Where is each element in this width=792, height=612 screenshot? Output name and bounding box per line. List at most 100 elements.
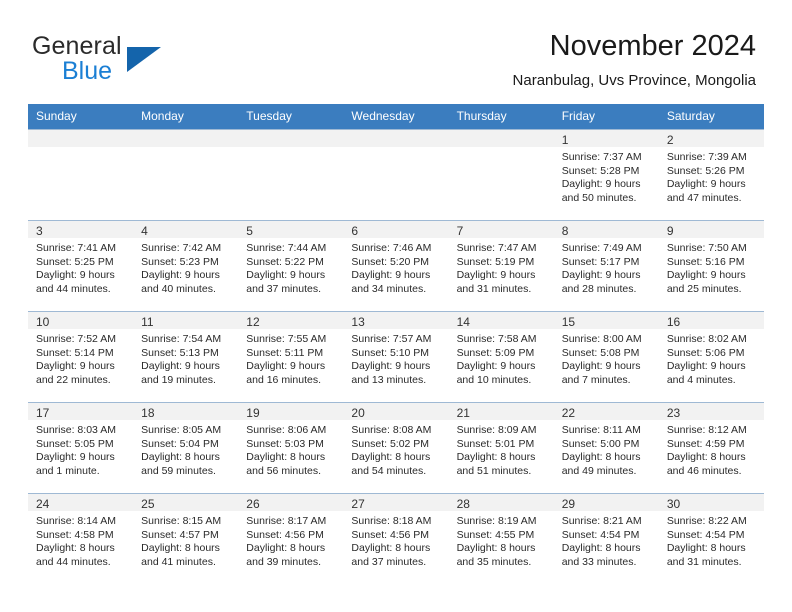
sunset-line: Sunset: 4:58 PM (36, 528, 114, 541)
calendar-cell-empty (238, 129, 344, 221)
title-block: November 2024 Naranbulag, Uvs Province, … (513, 28, 756, 92)
sunrise-line: Sunrise: 7:47 AM (456, 242, 537, 254)
calendar-day-cell[interactable]: 3 Sunrise: 7:41 AM Sunset: 5:25 PM Daylight… (28, 220, 134, 312)
day-cell-inner: 7 Sunrise: 7:47 AM Sunset: 5:19 PM Daylight… (448, 221, 554, 311)
daylight-line-2: and 19 minutes. (141, 373, 216, 386)
sunrise-line: Sunrise: 8:11 AM (561, 424, 641, 436)
sunset-line: Sunset: 5:23 PM (141, 255, 219, 268)
weekday-header-monday: Monday (133, 104, 239, 130)
sunrise-line: Sunrise: 7:41 AM (36, 242, 116, 254)
day-number: 22 (561, 406, 576, 420)
sunset-line: Sunset: 5:14 PM (36, 346, 114, 359)
daylight-line-2: and 37 minutes. (246, 282, 321, 295)
day-cell-inner: 27 Sunrise: 8:18 AM Sunset: 4:56 PM Dayligh… (343, 494, 449, 584)
calendar-day-cell[interactable]: 25 Sunrise: 8:15 AM Sunset: 4:57 PM Dayligh… (133, 493, 239, 584)
calendar-day-cell[interactable]: 20 Sunrise: 8:08 AM Sunset: 5:02 PM Dayligh… (343, 402, 449, 494)
day-number: 19 (246, 406, 260, 420)
daylight-line-2: and 44 minutes. (36, 555, 111, 568)
calendar-day-cell[interactable]: 7 Sunrise: 7:47 AM Sunset: 5:19 PM Daylight… (448, 220, 554, 312)
calendar-day-cell[interactable]: 22 Sunrise: 8:11 AM Sunset: 5:00 PM Dayligh… (553, 402, 659, 494)
day-number: 11 (141, 315, 154, 329)
calendar-day-cell[interactable]: 12 Sunrise: 7:55 AM Sunset: 5:11 PM Dayligh… (238, 311, 344, 403)
day-number-band: 1 (553, 130, 659, 147)
calendar-day-cell[interactable]: 1 Sunrise: 7:37 AM Sunset: 5:28 PM Daylight… (553, 129, 659, 221)
calendar-day-cell[interactable]: 26 Sunrise: 8:17 AM Sunset: 4:56 PM Dayligh… (238, 493, 344, 584)
calendar-day-cell[interactable]: 2 Sunrise: 7:39 AM Sunset: 5:26 PM Daylight… (658, 129, 764, 221)
calendar-day-cell[interactable]: 18 Sunrise: 8:05 AM Sunset: 5:04 PM Dayligh… (133, 402, 239, 494)
calendar-week-row: 3 Sunrise: 7:41 AM Sunset: 5:25 PM Daylight… (28, 220, 764, 312)
day-cell-details: Sunrise: 8:17 AM Sunset: 4:56 PM Daylight:… (238, 511, 343, 569)
calendar-day-cell[interactable]: 10 Sunrise: 7:52 AM Sunset: 5:14 PM Dayligh… (28, 311, 134, 403)
day-number-band (343, 130, 449, 147)
day-cell-details: Sunrise: 7:44 AM Sunset: 5:22 PM Daylight:… (238, 238, 343, 296)
calendar-day-cell[interactable]: 24 Sunrise: 8:14 AM Sunset: 4:58 PM Dayligh… (28, 493, 134, 584)
daylight-line-2: and 39 minutes. (246, 555, 321, 568)
day-cell-inner: 15 Sunrise: 8:00 AM Sunset: 5:08 PM Dayligh… (553, 312, 659, 402)
day-cell-inner (133, 130, 239, 220)
sunrise-line: Sunrise: 8:15 AM (141, 515, 222, 527)
calendar-day-cell[interactable]: 6 Sunrise: 7:46 AM Sunset: 5:20 PM Daylight… (343, 220, 449, 312)
sunset-line: Sunset: 5:01 PM (456, 437, 535, 450)
daylight-line-2: and 1 minute. (36, 464, 100, 477)
calendar-day-cell[interactable]: 5 Sunrise: 7:44 AM Sunset: 5:22 PM Daylight… (238, 220, 344, 312)
weekday-header-saturday: Saturday (658, 104, 764, 130)
day-number: 29 (561, 497, 576, 511)
daylight-line-1: Daylight: 8 hours (351, 542, 431, 555)
daylight-line-1: Daylight: 9 hours (456, 269, 536, 282)
sunrise-line: Sunrise: 7:52 AM (36, 333, 116, 345)
calendar-day-cell[interactable]: 17 Sunrise: 8:03 AM Sunset: 5:05 PM Dayligh… (28, 402, 134, 494)
calendar-day-cell[interactable]: 30 Sunrise: 8:22 AM Sunset: 4:54 PM Dayligh… (658, 493, 764, 584)
day-cell-details: Sunrise: 8:22 AM Sunset: 4:54 PM Daylight:… (659, 511, 764, 569)
calendar-day-cell[interactable]: 15 Sunrise: 8:00 AM Sunset: 5:08 PM Dayligh… (553, 311, 659, 403)
calendar-body: 1 Sunrise: 7:37 AM Sunset: 5:28 PM Daylight… (28, 129, 764, 584)
sunrise-line: Sunrise: 7:49 AM (561, 242, 642, 254)
day-number: 2 (666, 133, 674, 147)
day-number: 24 (36, 497, 50, 511)
calendar-day-cell[interactable]: 14 Sunrise: 7:58 AM Sunset: 5:09 PM Dayligh… (448, 311, 554, 403)
daylight-line-2: and 59 minutes. (141, 464, 216, 477)
daylight-line-1: Daylight: 9 hours (36, 269, 115, 282)
day-number-band: 18 (133, 403, 239, 420)
day-number: 5 (246, 224, 253, 238)
calendar-day-cell[interactable]: 27 Sunrise: 8:18 AM Sunset: 4:56 PM Dayligh… (343, 493, 449, 584)
general-blue-logo[interactable]: General Blue (32, 32, 252, 88)
calendar-day-cell[interactable]: 28 Sunrise: 8:19 AM Sunset: 4:55 PM Dayligh… (448, 493, 554, 584)
day-cell-details: Sunrise: 7:41 AM Sunset: 5:25 PM Daylight:… (28, 238, 133, 296)
day-cell-inner: 28 Sunrise: 8:19 AM Sunset: 4:55 PM Dayligh… (448, 494, 554, 584)
calendar-day-cell[interactable]: 8 Sunrise: 7:49 AM Sunset: 5:17 PM Daylight… (553, 220, 659, 312)
day-number-band: 6 (343, 221, 449, 238)
calendar-day-cell[interactable]: 16 Sunrise: 8:02 AM Sunset: 5:06 PM Dayligh… (658, 311, 764, 403)
calendar-day-cell[interactable]: 13 Sunrise: 7:57 AM Sunset: 5:10 PM Dayligh… (343, 311, 449, 403)
day-number-band: 12 (238, 312, 344, 329)
daylight-line-1: Daylight: 8 hours (141, 451, 220, 464)
daylight-line-2: and 41 minutes. (141, 555, 216, 568)
day-number-band: 7 (448, 221, 554, 238)
calendar-day-cell[interactable]: 23 Sunrise: 8:12 AM Sunset: 4:59 PM Dayligh… (658, 402, 764, 494)
day-cell-details: Sunrise: 7:55 AM Sunset: 5:11 PM Daylight:… (238, 329, 343, 387)
day-cell-details: Sunrise: 7:42 AM Sunset: 5:23 PM Daylight:… (133, 238, 238, 296)
sunset-line: Sunset: 5:25 PM (36, 255, 114, 268)
calendar-day-cell[interactable]: 4 Sunrise: 7:42 AM Sunset: 5:23 PM Daylight… (133, 220, 239, 312)
daylight-line-1: Daylight: 8 hours (561, 542, 641, 555)
sunrise-line: Sunrise: 8:06 AM (246, 424, 327, 436)
calendar-day-cell[interactable]: 21 Sunrise: 8:09 AM Sunset: 5:01 PM Dayligh… (448, 402, 554, 494)
sunrise-line: Sunrise: 8:03 AM (36, 424, 116, 436)
day-cell-details: Sunrise: 7:58 AM Sunset: 5:09 PM Daylight:… (449, 329, 554, 387)
day-cell-inner (343, 130, 449, 220)
daylight-line-1: Daylight: 9 hours (246, 360, 326, 373)
calendar-day-cell[interactable]: 29 Sunrise: 8:21 AM Sunset: 4:54 PM Dayligh… (553, 493, 659, 584)
sunrise-line: Sunrise: 8:17 AM (246, 515, 327, 527)
day-number-band: 23 (658, 403, 764, 420)
day-number: 27 (351, 497, 365, 511)
day-cell-inner: 18 Sunrise: 8:05 AM Sunset: 5:04 PM Dayligh… (133, 403, 239, 493)
day-number-band: 14 (448, 312, 554, 329)
day-number: 10 (36, 315, 50, 329)
calendar-day-cell[interactable]: 19 Sunrise: 8:06 AM Sunset: 5:03 PM Dayligh… (238, 402, 344, 494)
calendar-day-cell[interactable]: 11 Sunrise: 7:54 AM Sunset: 5:13 PM Dayligh… (133, 311, 239, 403)
calendar-day-cell[interactable]: 9 Sunrise: 7:50 AM Sunset: 5:16 PM Daylight… (658, 220, 764, 312)
daylight-line-1: Daylight: 9 hours (666, 178, 746, 191)
sunset-line: Sunset: 4:54 PM (561, 528, 640, 541)
day-cell-inner: 20 Sunrise: 8:08 AM Sunset: 5:02 PM Dayligh… (343, 403, 449, 493)
sunrise-line: Sunrise: 8:00 AM (561, 333, 642, 345)
daylight-line-2: and 49 minutes. (561, 464, 637, 477)
